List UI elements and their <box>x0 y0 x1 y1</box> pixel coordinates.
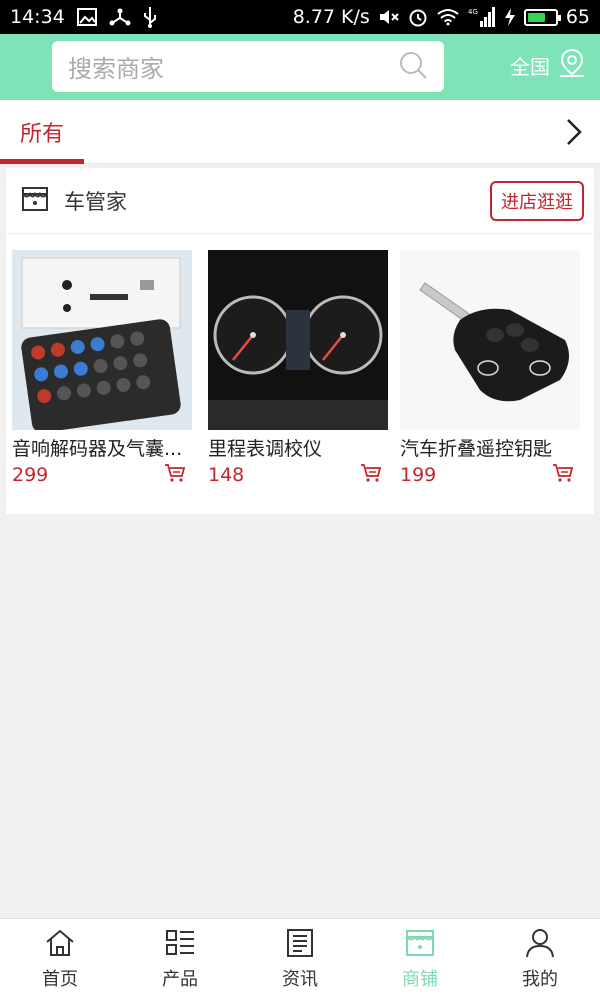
battery-icon <box>523 8 561 26</box>
product-price: 199 <box>400 464 437 486</box>
product-name: 汽车折叠遥控钥匙 <box>400 438 553 460</box>
usb-icon <box>143 6 157 28</box>
status-bar: 14:34 8.77 K/s 4G 65 <box>0 0 600 34</box>
product-image-audio-decoder[interactable] <box>12 250 192 430</box>
chevron-right-icon[interactable] <box>556 114 592 150</box>
product-price: 299 <box>12 464 49 486</box>
user-icon <box>524 928 556 963</box>
battery-level: 65 <box>565 6 590 28</box>
product-item[interactable]: 汽车折叠遥控钥匙 199 <box>400 250 580 487</box>
status-time: 14:34 <box>10 6 65 28</box>
cart-icon[interactable] <box>164 463 186 487</box>
wifi-icon <box>436 8 460 26</box>
store-icon <box>20 184 50 218</box>
cart-icon[interactable] <box>360 463 382 487</box>
shop-header: 车管家 进店逛逛 <box>6 168 594 234</box>
search-icon[interactable] <box>398 50 428 84</box>
svg-text:4G: 4G <box>468 8 478 16</box>
top-header: 搜索商家 全国 <box>0 34 600 100</box>
shop-card: 车管家 进店逛逛 音响解码器及气囊... 299 里程表调校仪 148 汽车折叠… <box>6 168 594 514</box>
news-icon <box>284 928 316 963</box>
image-notification-icon <box>76 8 97 26</box>
nav-news[interactable]: 资讯 <box>240 919 360 1000</box>
search-input[interactable]: 搜索商家 <box>52 41 444 92</box>
nav-label: 我的 <box>522 969 558 990</box>
mute-icon <box>378 8 400 26</box>
charging-icon <box>504 8 516 26</box>
store-icon <box>404 928 436 963</box>
network-speed: 8.77 K/s <box>292 6 370 28</box>
nav-home[interactable]: 首页 <box>0 919 120 1000</box>
nav-label: 商铺 <box>402 969 438 990</box>
shop-name: 车管家 <box>64 189 127 214</box>
nav-label: 产品 <box>162 969 198 990</box>
product-name: 里程表调校仪 <box>208 438 323 460</box>
tab-all[interactable]: 所有 <box>0 100 84 164</box>
cart-icon[interactable] <box>552 463 574 487</box>
product-image-odometer-tool[interactable] <box>208 250 388 430</box>
product-item[interactable]: 里程表调校仪 148 <box>208 250 388 487</box>
region-selector[interactable]: 全国 <box>510 48 586 83</box>
location-pin-icon <box>558 48 586 83</box>
nav-products[interactable]: 产品 <box>120 919 240 1000</box>
search-placeholder: 搜索商家 <box>68 55 164 83</box>
product-price: 148 <box>208 464 245 486</box>
product-item[interactable]: 音响解码器及气囊... 299 <box>12 250 192 487</box>
visit-shop-button[interactable]: 进店逛逛 <box>490 180 584 221</box>
region-label: 全国 <box>510 55 550 79</box>
product-name: 音响解码器及气囊... <box>12 438 183 460</box>
grid-list-icon <box>164 928 196 963</box>
nav-label: 资讯 <box>282 969 318 990</box>
nav-profile[interactable]: 我的 <box>480 919 600 1000</box>
bottom-nav: 首页 产品 资讯 商铺 我的 <box>0 918 600 1000</box>
alarm-icon <box>408 7 428 27</box>
nav-shops[interactable]: 商铺 <box>360 919 480 1000</box>
signal-icon: 4G <box>468 7 496 27</box>
category-tabbar: 所有 <box>0 100 600 164</box>
home-icon <box>44 928 76 963</box>
nav-label: 首页 <box>42 969 78 990</box>
share-icon <box>109 7 131 27</box>
product-image-flip-key[interactable] <box>400 250 580 430</box>
product-list: 音响解码器及气囊... 299 里程表调校仪 148 汽车折叠遥控钥匙 199 <box>6 234 594 514</box>
